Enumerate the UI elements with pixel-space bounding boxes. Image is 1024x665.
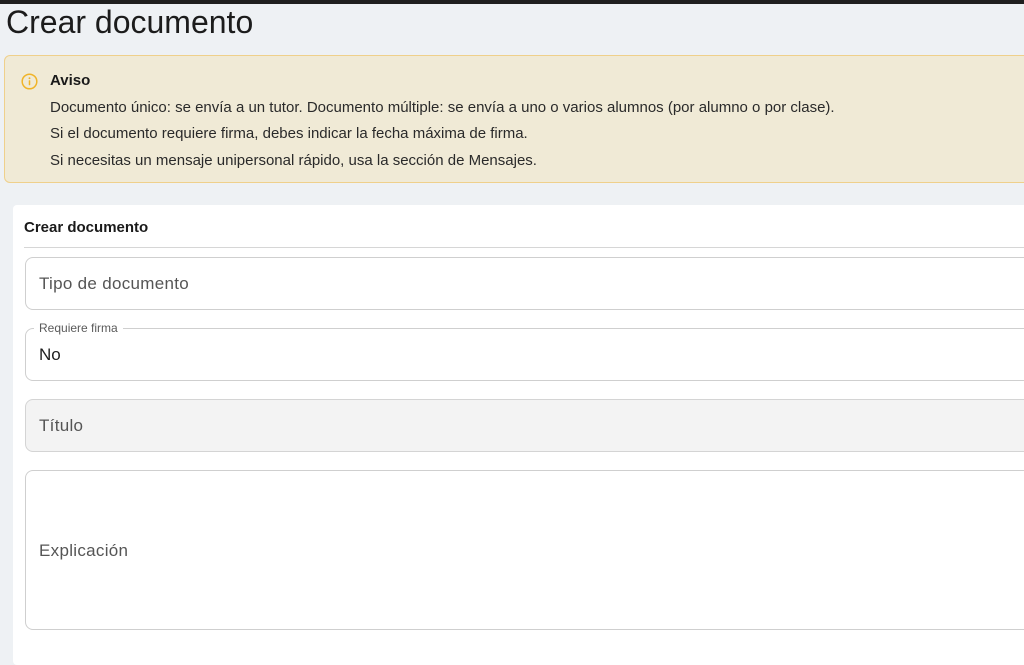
requires-signature-label: Requiere firma (34, 321, 123, 335)
notice-line-signature-deadline: Si el documento requiere firma, debes in… (50, 125, 528, 142)
title-input[interactable]: Título (25, 399, 1024, 452)
notice-line-messages-section: Si necesitas un mensaje unipersonal rápi… (50, 152, 537, 169)
notice-line-document-types: Documento único: se envía a un tutor. Do… (50, 99, 835, 116)
info-circle-icon (21, 73, 38, 90)
card-title: Crear documento (24, 219, 149, 236)
explanation-textarea[interactable]: Explicación (25, 470, 1024, 630)
document-type-select[interactable]: Tipo de documento (25, 257, 1024, 310)
create-document-card: Crear documento Tipo de documento Requie… (13, 205, 1024, 665)
document-type-placeholder: Tipo de documento (39, 274, 190, 293)
notice-heading: Aviso (50, 72, 91, 89)
requires-signature-value: No (39, 345, 61, 364)
requires-signature-select[interactable]: Requiere firma No (25, 321, 1024, 381)
explanation-placeholder: Explicación (39, 541, 129, 560)
title-placeholder: Título (39, 416, 84, 435)
notice-alert: Aviso Documento único: se envía a un tut… (4, 55, 1024, 183)
page-title: Crear documento (6, 4, 254, 40)
card-divider (24, 247, 1024, 248)
